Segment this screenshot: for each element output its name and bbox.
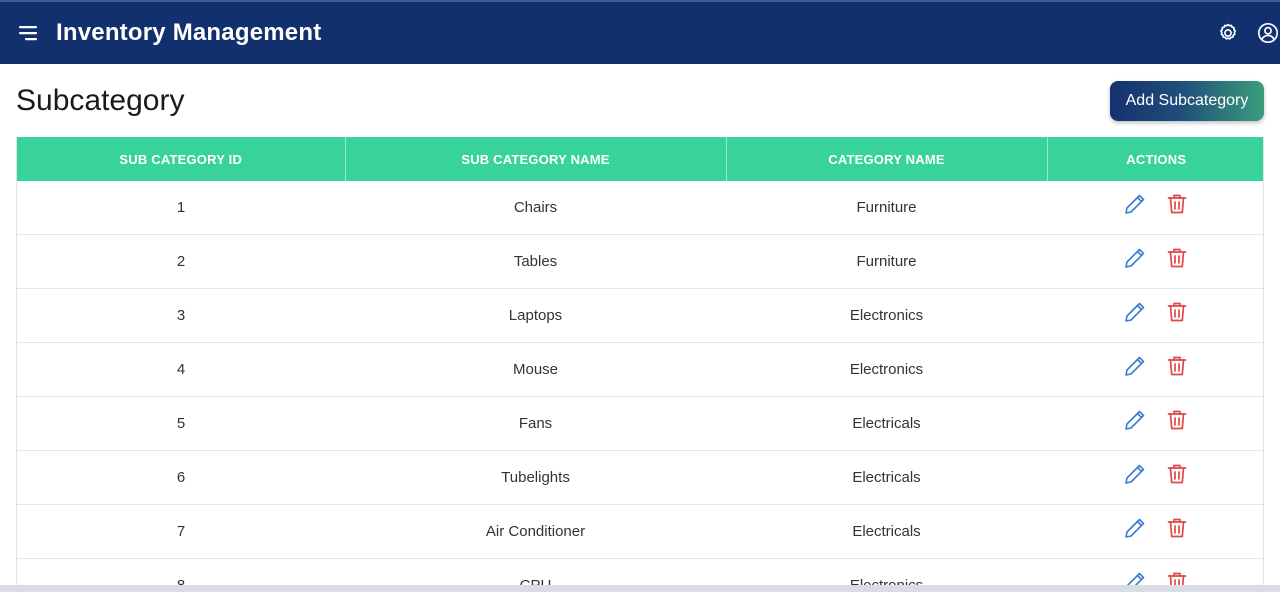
hamburger-menu-icon[interactable] (17, 22, 39, 44)
trash-delete-icon[interactable] (1165, 408, 1189, 432)
app-window: Inventory Management Subcategory Add Sub… (0, 0, 1280, 592)
table-row: 6 Tubelights Electricals (17, 450, 1263, 505)
pencil-edit-icon[interactable] (1123, 354, 1147, 378)
pencil-edit-icon[interactable] (1123, 300, 1147, 324)
add-subcategory-button[interactable]: Add Subcategory (1110, 81, 1264, 121)
cell-sub-category-name: Fans (345, 396, 726, 451)
subcategory-table: SUB CATEGORY ID SUB CATEGORY NAME CATEGO… (17, 137, 1263, 585)
cell-sub-category-name: Laptops (345, 288, 726, 343)
row-actions (1047, 570, 1263, 585)
table-row: 4 Mouse Electronics (17, 342, 1263, 397)
cell-sub-category-id: 6 (17, 450, 345, 505)
trash-delete-icon[interactable] (1165, 462, 1189, 486)
pencil-edit-icon[interactable] (1123, 462, 1147, 486)
cell-actions (1047, 558, 1263, 585)
table-row: 8 CPU Electronics (17, 558, 1263, 585)
cell-category-name: Electricals (726, 396, 1047, 451)
trash-delete-icon[interactable] (1165, 570, 1189, 585)
cell-actions (1047, 234, 1263, 289)
cell-sub-category-id: 8 (17, 558, 345, 585)
cell-sub-category-id: 5 (17, 396, 345, 451)
window-bottom-edge (0, 585, 1280, 592)
trash-delete-icon[interactable] (1165, 354, 1189, 378)
subcategory-table-container[interactable]: SUB CATEGORY ID SUB CATEGORY NAME CATEGO… (16, 137, 1264, 585)
pencil-edit-icon[interactable] (1123, 246, 1147, 270)
table-body: 1 Chairs Furniture 2 Tables Furniture 3 … (17, 181, 1263, 585)
cell-sub-category-name: Mouse (345, 342, 726, 397)
table-row: 2 Tables Furniture (17, 234, 1263, 289)
pencil-edit-icon[interactable] (1123, 516, 1147, 540)
cell-sub-category-id: 1 (17, 181, 345, 235)
cell-actions (1047, 396, 1263, 451)
trash-delete-icon[interactable] (1165, 192, 1189, 216)
trash-delete-icon[interactable] (1165, 246, 1189, 270)
trash-delete-icon[interactable] (1165, 516, 1189, 540)
pencil-edit-icon[interactable] (1123, 408, 1147, 432)
cell-actions (1047, 450, 1263, 505)
cell-sub-category-id: 4 (17, 342, 345, 397)
app-title: Inventory Management (56, 19, 322, 46)
gear-icon[interactable] (1217, 22, 1239, 44)
cell-sub-category-name: CPU (345, 558, 726, 585)
cell-sub-category-id: 2 (17, 234, 345, 289)
cell-actions (1047, 288, 1263, 343)
row-actions (1047, 246, 1263, 270)
column-header-sub-category-name: SUB CATEGORY NAME (345, 137, 727, 181)
row-actions (1047, 516, 1263, 540)
cell-category-name: Electronics (726, 342, 1047, 397)
column-header-actions: ACTIONS (1047, 137, 1263, 181)
row-actions (1047, 192, 1263, 216)
cell-category-name: Electronics (726, 288, 1047, 343)
row-actions (1047, 300, 1263, 324)
table-row: 3 Laptops Electronics (17, 288, 1263, 343)
cell-actions (1047, 504, 1263, 559)
cell-sub-category-name: Tubelights (345, 450, 726, 505)
table-row: 7 Air Conditioner Electricals (17, 504, 1263, 559)
cell-actions (1047, 342, 1263, 397)
pencil-edit-icon[interactable] (1123, 570, 1147, 585)
row-actions (1047, 462, 1263, 486)
cell-sub-category-name: Tables (345, 234, 726, 289)
cell-sub-category-id: 3 (17, 288, 345, 343)
cell-category-name: Electricals (726, 504, 1047, 559)
cell-sub-category-id: 7 (17, 504, 345, 559)
top-app-bar: Inventory Management (0, 0, 1280, 64)
cell-category-name: Furniture (726, 234, 1047, 289)
trash-delete-icon[interactable] (1165, 300, 1189, 324)
cell-category-name: Electricals (726, 450, 1047, 505)
row-actions (1047, 354, 1263, 378)
column-header-sub-category-id: SUB CATEGORY ID (17, 137, 346, 181)
cell-category-name: Electronics (726, 558, 1047, 585)
cell-actions (1047, 181, 1263, 235)
page-title: Subcategory (16, 84, 185, 117)
table-header-row: SUB CATEGORY ID SUB CATEGORY NAME CATEGO… (17, 137, 1263, 181)
row-actions (1047, 408, 1263, 432)
table-row: 5 Fans Electricals (17, 396, 1263, 451)
cell-sub-category-name: Air Conditioner (345, 504, 726, 559)
cell-sub-category-name: Chairs (345, 181, 726, 235)
table-row: 1 Chairs Furniture (17, 181, 1263, 235)
column-header-category-name: CATEGORY NAME (726, 137, 1048, 181)
cell-category-name: Furniture (726, 181, 1047, 235)
pencil-edit-icon[interactable] (1123, 192, 1147, 216)
user-circle-icon[interactable] (1257, 22, 1279, 44)
